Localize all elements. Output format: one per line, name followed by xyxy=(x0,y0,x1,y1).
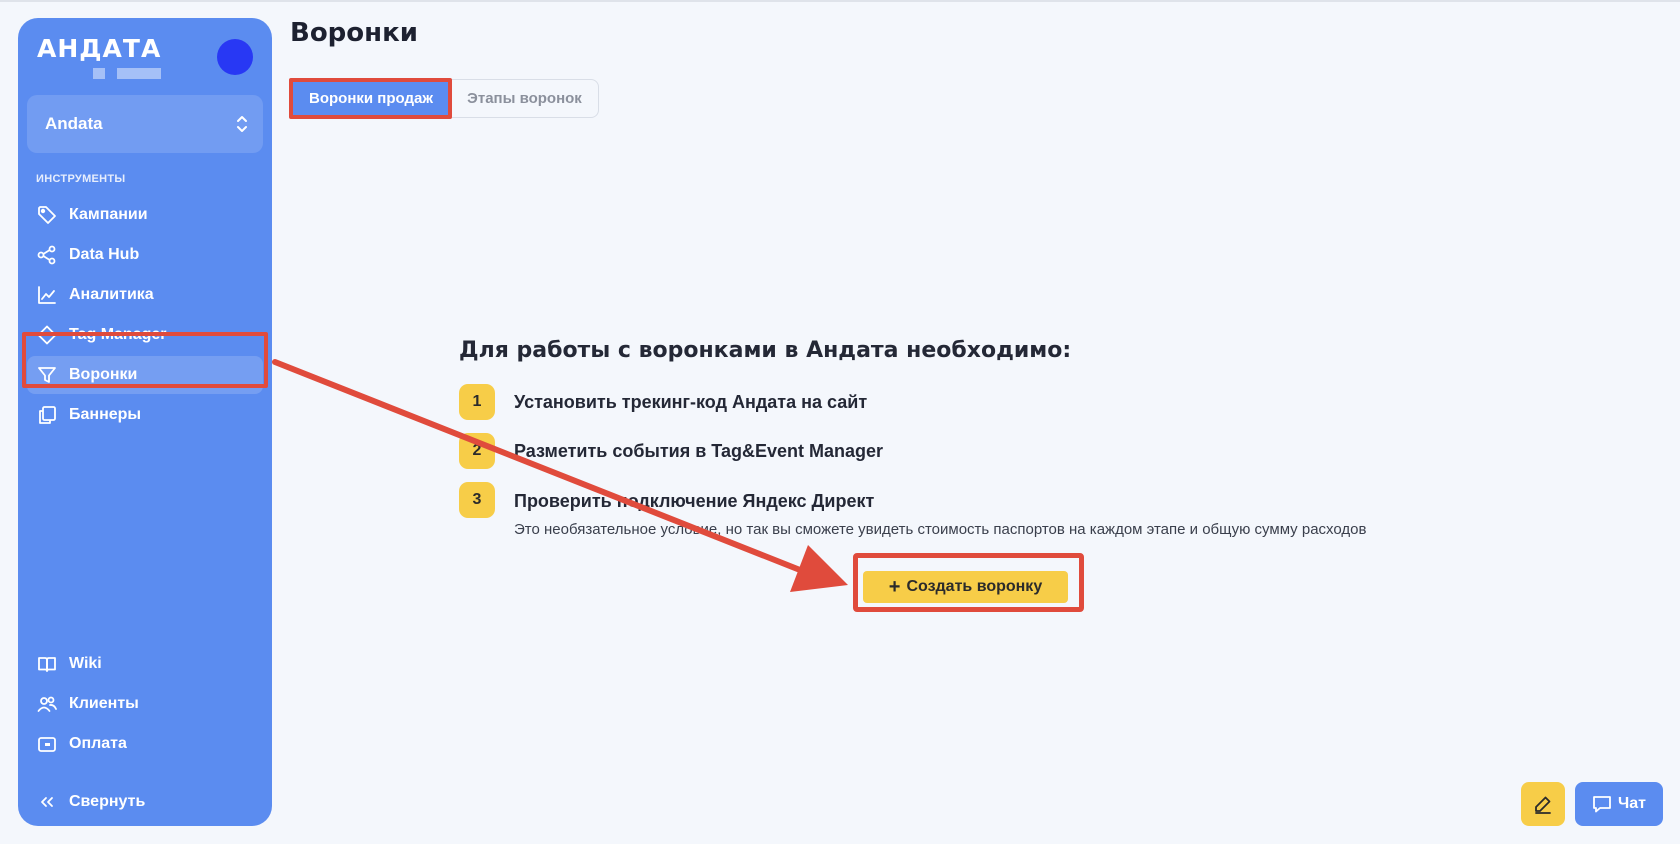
funnel-icon xyxy=(38,367,56,383)
plus-icon: + xyxy=(888,576,901,598)
sidebar-item-campaigns[interactable]: Кампании xyxy=(27,196,263,234)
sidebar-item-payment[interactable]: Оплата xyxy=(27,725,263,763)
step-text: Проверить подключение Яндекс Директ xyxy=(514,491,875,511)
step-number: 2 xyxy=(459,433,495,469)
sidebar-item-label: Кампании xyxy=(69,206,148,223)
sidebar-item-label: Баннеры xyxy=(69,406,142,423)
sidebar-collapse-label: Свернуть xyxy=(69,793,146,810)
tab-funnel-stages[interactable]: Этапы воронок xyxy=(451,80,598,117)
step-number: 3 xyxy=(459,482,495,518)
payment-icon xyxy=(38,737,56,752)
step-number: 1 xyxy=(459,384,495,420)
chevron-up-down-icon xyxy=(237,116,247,132)
chat-button-label: Чат xyxy=(1618,795,1646,812)
sidebar-item-label: Оплата xyxy=(69,735,127,752)
double-chevron-left-icon xyxy=(41,797,53,807)
sidebar-collapse-button[interactable]: Свернуть xyxy=(27,783,263,821)
step-text: Разметить события в Tag&Event Manager xyxy=(514,441,883,461)
diamond-icon xyxy=(37,325,57,345)
sidebar-item-label: Data Hub xyxy=(69,246,140,263)
create-funnel-button[interactable]: + Создать воронку xyxy=(863,571,1068,603)
sidebar-item-label: Tag Manager xyxy=(69,326,167,343)
pencil-icon xyxy=(1535,796,1551,814)
chat-button[interactable]: Чат xyxy=(1575,782,1663,826)
section-label-tools: ИНСТРУМЕНТЫ xyxy=(36,173,126,185)
sidebar: АНДАТА Andata ИНСТРУМЕНТЫ Кампании Data … xyxy=(18,18,272,826)
account-select-value: Andata xyxy=(45,114,103,133)
line-chart-icon xyxy=(38,286,56,304)
sidebar-item-tag-manager[interactable]: Tag Manager xyxy=(27,316,263,354)
page-title: Воронки xyxy=(290,18,418,48)
create-funnel-label: Создать воронку xyxy=(906,578,1043,595)
feedback-edit-button[interactable] xyxy=(1521,782,1565,826)
users-icon xyxy=(37,696,57,712)
top-border xyxy=(0,0,1680,2)
sidebar-item-clients[interactable]: Клиенты xyxy=(27,685,263,723)
account-select[interactable]: Andata xyxy=(27,95,263,153)
tab-sales-funnels[interactable]: Воронки продаж xyxy=(291,80,451,117)
sidebar-item-analytics[interactable]: Аналитика xyxy=(27,276,263,314)
avatar[interactable] xyxy=(217,39,253,75)
sidebar-item-label: Wiki xyxy=(69,655,102,672)
sidebar-item-label: Аналитика xyxy=(69,286,154,303)
sidebar-item-data-hub[interactable]: Data Hub xyxy=(27,236,263,274)
sidebar-item-label: Клиенты xyxy=(69,695,139,712)
book-icon xyxy=(38,657,56,672)
step-note: Это необязательное условие, но так вы см… xyxy=(514,521,1367,538)
requirements-title: Для работы с воронками в Андата необходи… xyxy=(459,338,1072,363)
sidebar-item-wiki[interactable]: Wiki xyxy=(27,645,263,683)
sidebar-item-label: Воронки xyxy=(69,366,138,383)
sidebar-item-funnels[interactable]: Воронки xyxy=(27,356,263,394)
blurred-subtitle xyxy=(93,68,161,79)
step-text: Установить трекинг-код Андата на сайт xyxy=(514,392,868,412)
banners-icon xyxy=(39,406,56,424)
tabs: Воронки продаж Этапы воронок xyxy=(290,79,599,118)
tag-icon xyxy=(38,206,56,224)
chat-bubble-icon xyxy=(1593,796,1611,813)
sidebar-item-banners[interactable]: Баннеры xyxy=(27,396,263,434)
app-logo: АНДАТА xyxy=(37,34,162,63)
share-nodes-icon xyxy=(37,245,56,265)
